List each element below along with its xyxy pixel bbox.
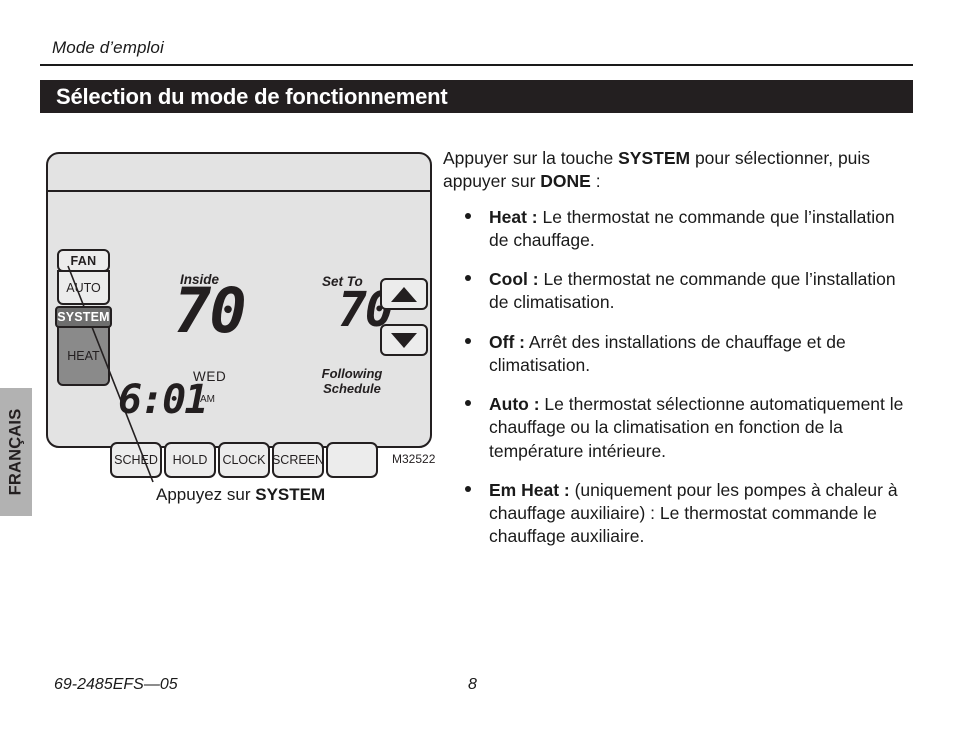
thermostat-softkey-screen-label: SCREEN: [271, 453, 325, 467]
thermostat-softkey-screen[interactable]: SCREEN: [272, 442, 324, 478]
mode-term: Off :: [489, 331, 525, 352]
thermostat-key-auto[interactable]: AUTO: [57, 270, 110, 305]
lcd-clock-time: 6:01: [118, 377, 208, 423]
list-item: Cool : Le thermostat ne commande que l’i…: [443, 268, 916, 315]
thermostat-lcd-screen: FAN AUTO SYSTEM HEAT Inside 70 Set To 70…: [50, 192, 428, 478]
thermostat-key-down[interactable]: [380, 324, 428, 356]
thermostat-key-up[interactable]: [380, 278, 428, 310]
triangle-up-icon: [391, 286, 417, 302]
language-side-tab: FRANÇAIS: [0, 388, 32, 516]
triangle-down-icon: [391, 332, 417, 348]
bullet-dot-icon: [465, 212, 471, 219]
thermostat-softkey-clock[interactable]: CLOCK: [218, 442, 270, 478]
instructions-column: Appuyer sur la touche SYSTEM pour sélect…: [443, 147, 916, 565]
lcd-schedule-status: Following Schedule: [306, 366, 398, 397]
mode-term: Auto :: [489, 394, 540, 415]
lcd-schedule-status-line2: Schedule: [323, 380, 381, 396]
figure-caption-key: SYSTEM: [255, 485, 326, 504]
thermostat-figure: FAN AUTO SYSTEM HEAT Inside 70 Set To 70…: [46, 152, 432, 478]
mode-description: Arrêt des installations de chauffage et …: [489, 331, 846, 375]
header-divider: [40, 64, 913, 66]
mode-term: Heat :: [489, 206, 538, 227]
figure-caption: Appuyez sur SYSTEM: [156, 485, 325, 505]
mode-description: Le thermostat sélectionne automatiquemen…: [489, 394, 904, 461]
thermostat-key-fan-label: FAN: [70, 253, 97, 268]
bullet-dot-icon: [465, 337, 471, 344]
bullet-dot-icon: [465, 275, 471, 282]
intro-key-done: DONE: [540, 171, 591, 192]
intro-key-system: SYSTEM: [618, 148, 691, 168]
mode-list: Heat : Le thermostat ne commande que l’i…: [443, 206, 916, 549]
mode-description: Le thermostat ne commande que l’installa…: [489, 269, 896, 313]
thermostat-key-heat-label: HEAT: [67, 349, 100, 363]
thermostat-key-fan[interactable]: FAN: [57, 249, 110, 272]
thermostat-key-system-label: SYSTEM: [57, 310, 110, 324]
thermostat-device: FAN AUTO SYSTEM HEAT Inside 70 Set To 70…: [46, 152, 432, 478]
language-side-tab-label: FRANÇAIS: [6, 408, 25, 496]
thermostat-softkey-sched[interactable]: SCHED: [110, 442, 162, 478]
section-title-bar: Sélection du mode de fonctionnement: [40, 80, 913, 113]
figure-code: M32522: [392, 452, 436, 466]
list-item: Off : Arrêt des installations de chauffa…: [443, 331, 916, 378]
thermostat-softkey-clock-label: CLOCK: [222, 453, 266, 467]
list-item: Auto : Le thermostat sélectionne automat…: [443, 393, 916, 463]
running-head: Mode d’emploi: [52, 38, 164, 57]
thermostat-softkey-hold-label: HOLD: [172, 453, 208, 467]
footer-document-code: 69-2485EFS—05: [54, 676, 178, 693]
thermostat-softkey-sched-label: SCHED: [114, 453, 158, 467]
figure-caption-prefix: Appuyez sur: [156, 485, 256, 504]
footer-page-number: 8: [468, 676, 477, 693]
bullet-dot-icon: [465, 400, 471, 407]
mode-term: Cool :: [489, 269, 539, 290]
thermostat-softkey-blank[interactable]: [326, 442, 378, 478]
lcd-inside-temperature: 70: [174, 274, 247, 347]
thermostat-key-heat[interactable]: HEAT: [57, 326, 110, 386]
intro-text-part1: Appuyer sur la touche: [443, 148, 619, 168]
thermostat-key-auto-label: AUTO: [66, 280, 101, 295]
thermostat-softkey-hold[interactable]: HOLD: [164, 442, 216, 478]
instructions-intro: Appuyer sur la touche SYSTEM pour sélect…: [443, 147, 916, 194]
intro-text-part3: :: [590, 171, 601, 192]
list-item: Heat : Le thermostat ne commande que l’i…: [443, 206, 916, 253]
mode-description: Le thermostat ne commande que l’installa…: [489, 206, 895, 250]
list-item: Em Heat : (uniquement pour les pompes à …: [443, 479, 916, 549]
lcd-schedule-status-line1: Following: [321, 366, 383, 381]
thermostat-key-system[interactable]: SYSTEM: [55, 306, 112, 328]
page-title: Sélection du mode de fonctionnement: [56, 84, 448, 109]
lcd-meridiem-label: AM: [200, 394, 215, 405]
mode-term: Em Heat :: [489, 479, 570, 500]
bullet-dot-icon: [465, 486, 471, 493]
